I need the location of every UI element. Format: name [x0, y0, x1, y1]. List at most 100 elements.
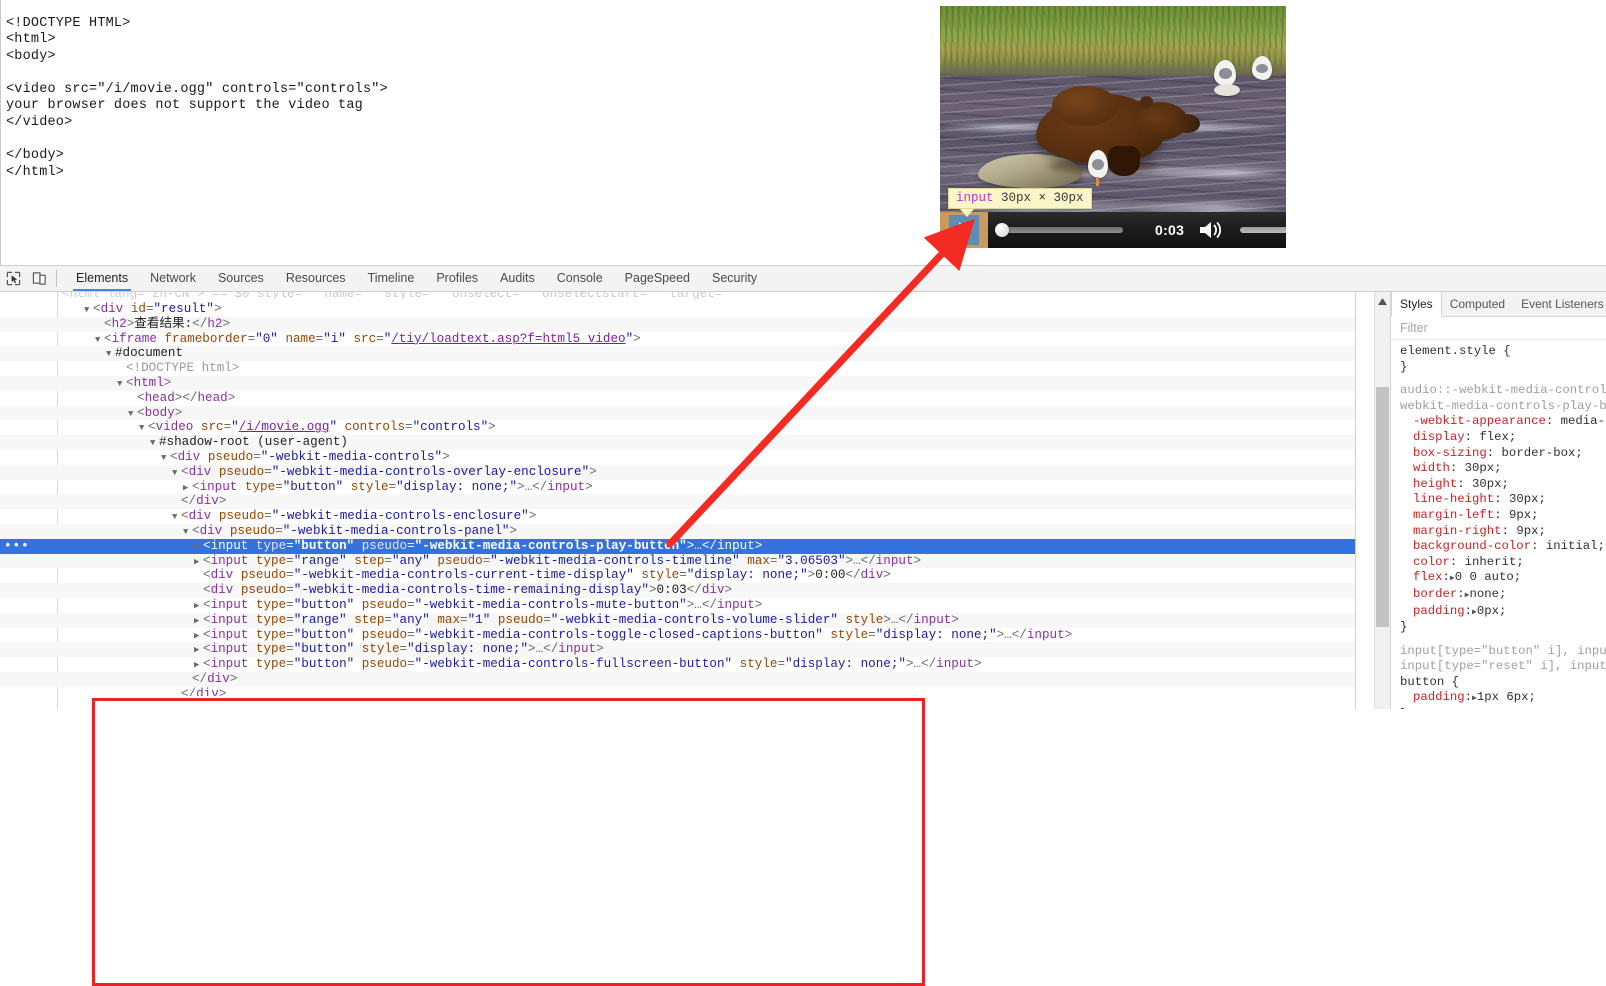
devtools-tab-network[interactable]: Network [139, 266, 207, 291]
css-property[interactable]: color: inherit; [1391, 555, 1606, 571]
dom-node-text: <div pseudo="-webkit-media-controls-curr… [203, 568, 891, 583]
disclosure-triangle[interactable]: ▼ [95, 333, 104, 348]
styles-tab-computed[interactable]: Computed [1442, 292, 1513, 316]
dom-node-row[interactable]: ▼ <iframe frameborder="0" name="i" src="/… [0, 332, 1355, 347]
disclosure-triangle[interactable]: ▶ [194, 614, 203, 629]
css-property[interactable]: margin-left: 9px; [1391, 508, 1606, 524]
disclosure-triangle[interactable]: ▶ [194, 629, 203, 644]
devtools-tab-sources[interactable]: Sources [207, 266, 275, 291]
volume-slider[interactable] [1240, 224, 1286, 236]
css-property[interactable]: -webkit-appearance: media-play [1391, 414, 1606, 430]
disclosure-triangle[interactable]: ▼ [117, 377, 126, 392]
pane-divider[interactable] [1355, 292, 1356, 709]
video-controls-panel[interactable]: 0:03 [940, 212, 1286, 248]
css-property[interactable]: border:▶none; [1391, 587, 1606, 604]
scroll-up-arrow-icon[interactable] [1375, 294, 1390, 308]
dom-node-row[interactable]: ▼ #shadow-root (user-agent) [0, 435, 1355, 450]
devtools-tab-profiles[interactable]: Profiles [425, 266, 489, 291]
dom-node-row[interactable]: <div pseudo="-webkit-media-controls-time… [0, 583, 1355, 598]
dom-node-row[interactable]: ▼ #document [0, 346, 1355, 362]
dom-node-row[interactable]: ▼ <div pseudo="-webkit-media-controls-pan… [0, 523, 1355, 540]
inspect-element-icon[interactable] [0, 266, 26, 291]
disclosure-triangle[interactable]: ▼ [183, 525, 192, 540]
styles-pane[interactable]: StylesComputedEvent ListenersD Filter el… [1390, 292, 1606, 709]
disclosure-triangle[interactable]: ▶ [194, 599, 203, 614]
dom-node-text: <input type="button" style="display: non… [203, 642, 604, 657]
disclosure-triangle[interactable]: ▼ [172, 510, 181, 525]
expand-triangle[interactable]: ▶ [1450, 571, 1455, 587]
css-property[interactable]: height: 30px; [1391, 477, 1606, 493]
dom-node-row[interactable]: ▼ <html> [0, 375, 1355, 392]
dom-tree-pane[interactable]: <html lang="zh-CN"> == $0 style="" name=… [0, 292, 1355, 709]
styles-tab-styles[interactable]: Styles [1391, 292, 1442, 317]
css-property[interactable]: padding:▶0px; [1391, 604, 1606, 621]
timeline-slider[interactable] [995, 223, 1123, 237]
devtools-tab-resources[interactable]: Resources [275, 266, 357, 291]
css-property[interactable]: box-sizing: border-box; [1391, 446, 1606, 462]
css-property[interactable]: margin-right: 9px; [1391, 524, 1606, 540]
dom-node-row[interactable]: ▼ <div pseudo="-webkit-media-controls-enc… [0, 509, 1355, 524]
dom-node-row[interactable]: ▶ <input type="button" pseudo="-webkit-me… [0, 628, 1355, 643]
timeline-thumb[interactable] [995, 223, 1009, 237]
disclosure-triangle[interactable]: ▼ [139, 421, 148, 436]
expand-triangle[interactable]: ▶ [1472, 691, 1477, 707]
play-button[interactable] [949, 215, 979, 245]
dom-node-row[interactable]: ▶ <input type="range" step="any" pseudo="… [0, 553, 1355, 570]
disclosure-triangle[interactable]: ▼ [128, 407, 137, 422]
css-property[interactable]: display: flex; [1391, 430, 1606, 446]
dom-scrollbar[interactable] [1374, 292, 1390, 709]
dom-node-row[interactable]: <h2>查看结果:</h2> [0, 316, 1355, 332]
dom-node-row[interactable]: <!DOCTYPE html> [0, 361, 1355, 376]
disclosure-triangle[interactable]: ▶ [194, 540, 203, 555]
video-player[interactable]: 0:03 input 30px × 30px [940, 6, 1286, 248]
dom-node-row[interactable]: ▶ <input type="button" pseudo="-webkit-me… [0, 657, 1355, 672]
styles-tab-event-listeners[interactable]: Event Listeners [1513, 292, 1606, 316]
css-property[interactable]: padding:▶1px 6px; [1391, 690, 1606, 707]
dom-node-row[interactable]: ▼ <body> [0, 405, 1355, 422]
dom-node-row[interactable]: ▼ <div pseudo="-webkit-media-controls"> [0, 450, 1355, 465]
dom-node-text: <input type="button" style="display: non… [192, 479, 593, 494]
disclosure-triangle[interactable]: ▼ [106, 347, 115, 362]
dom-scrollbar-thumb[interactable] [1376, 387, 1389, 627]
disclosure-triangle[interactable]: ▼ [84, 303, 93, 318]
devtools-tab-timeline[interactable]: Timeline [357, 266, 426, 291]
dom-node-row[interactable]: ▶ <input type="range" step="any" max="1" … [0, 612, 1355, 629]
video-frame[interactable]: 0:03 [940, 6, 1286, 248]
devtools-tab-console[interactable]: Console [546, 266, 614, 291]
dom-node-row[interactable]: ▶ <input type="button" pseudo="-webkit-me… [0, 598, 1355, 613]
disclosure-triangle[interactable]: ▼ [172, 466, 181, 481]
play-button-margin-highlight [940, 212, 988, 248]
css-property[interactable]: flex:▶0 0 auto; [1391, 570, 1606, 587]
dom-node-row[interactable]: </div> [0, 494, 1355, 510]
dom-node-row[interactable]: ▼ <div id="result"> [0, 302, 1355, 317]
devtools-tab-audits[interactable]: Audits [489, 266, 546, 291]
disclosure-triangle[interactable]: ▶ [183, 481, 192, 496]
css-property[interactable]: line-height: 30px; [1391, 492, 1606, 508]
css-property[interactable]: background-color: initial; [1391, 539, 1606, 555]
disclosure-triangle[interactable]: ▼ [161, 451, 170, 466]
devtools-tab-elements[interactable]: Elements [65, 266, 139, 291]
expand-triangle[interactable]: ▶ [1472, 605, 1477, 621]
css-property[interactable]: width: 30px; [1391, 461, 1606, 477]
dom-node-row-selected[interactable]: ••• ▶ <input type="button" pseudo="-webkit… [0, 538, 1355, 555]
disclosure-triangle[interactable]: ▶ [194, 555, 203, 570]
disclosure-triangle[interactable]: ▶ [194, 658, 203, 673]
dom-node-row[interactable]: </div> [0, 687, 1355, 696]
dom-node-row[interactable]: ▼ <div pseudo="-webkit-media-controls-ove… [0, 464, 1355, 481]
dom-node-row[interactable]: ▶ <input type="button" style="display: no… [0, 642, 1355, 658]
devtools-tab-security[interactable]: Security [701, 266, 768, 291]
css-rules-list[interactable]: element.style {} audio::-webkit-media-con… [1391, 340, 1606, 709]
dom-node-row[interactable]: ▶ <input type="button" style="display: no… [0, 480, 1355, 495]
disclosure-triangle[interactable]: ▶ [194, 643, 203, 658]
dom-tree[interactable]: ▼ <div id="result"> <h2>查看结果:</h2> ▼ <iframe… [0, 302, 1355, 696]
dom-node-row[interactable]: <div pseudo="-webkit-media-controls-curr… [0, 568, 1355, 583]
dom-node-row[interactable]: <head></head> [0, 391, 1355, 406]
dom-node-row[interactable]: ▼ <video src="/i/movie.ogg" controls="con… [0, 420, 1355, 435]
mute-button[interactable] [1198, 220, 1228, 240]
expand-triangle[interactable]: ▶ [1465, 588, 1470, 604]
dom-node-row[interactable]: </div> [0, 671, 1355, 687]
devtools-tab-pagespeed[interactable]: PageSpeed [614, 266, 701, 291]
device-toolbar-icon[interactable] [26, 266, 52, 291]
styles-filter-input[interactable]: Filter [1391, 317, 1606, 340]
disclosure-triangle[interactable]: ▼ [150, 436, 159, 451]
